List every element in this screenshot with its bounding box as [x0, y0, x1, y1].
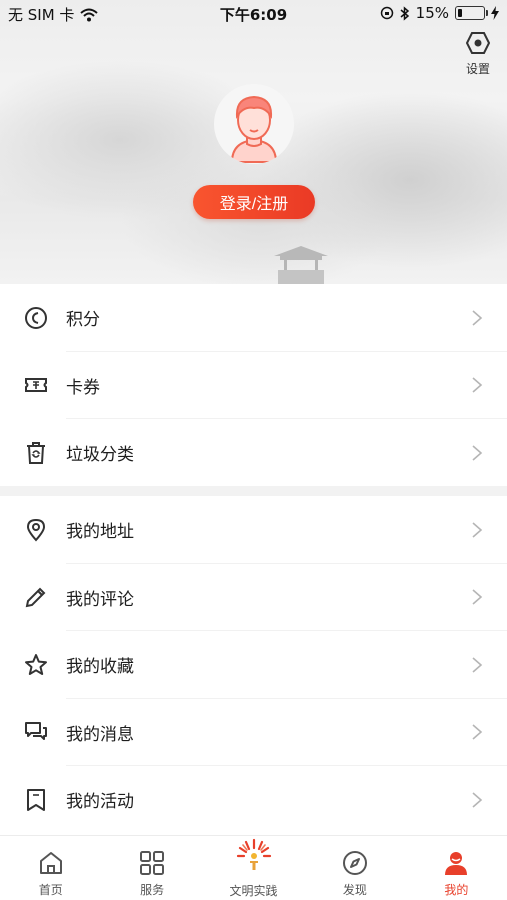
star-icon [24, 653, 48, 677]
tab-services[interactable]: 服务 [101, 836, 202, 900]
menu-item-coupons[interactable]: 卡券 [0, 352, 507, 419]
charging-icon [491, 6, 499, 20]
default-avatar-icon [230, 95, 278, 163]
menu-item-my-address[interactable]: 我的地址 [0, 496, 507, 564]
menu-item-my-favorites[interactable]: 我的收藏 [0, 631, 507, 699]
tab-label: 发现 [342, 883, 367, 897]
compass-icon [341, 849, 369, 877]
pencil-icon [24, 585, 48, 609]
tab-mine[interactable]: 我的 [406, 836, 507, 900]
menu-item-my-messages[interactable]: 我的消息 [0, 699, 507, 766]
menu-item-label: 垃圾分类 [66, 445, 134, 466]
battery-icon [455, 6, 488, 20]
grid-icon [138, 849, 166, 877]
menu-item-label: 我的消息 [66, 724, 134, 745]
menu-item-label: 我的地址 [66, 522, 134, 543]
menu-item-my-activities[interactable]: 我的活动 [0, 766, 507, 834]
tab-civilization-practice[interactable]: 文明实践 [203, 836, 304, 900]
menu-item-points[interactable]: 积分 [0, 284, 507, 352]
gear-icon [465, 32, 491, 54]
tab-label: 文明实践 [229, 884, 278, 898]
chevron-right-icon [472, 310, 483, 326]
bottom-tab-bar: 首页 服务 文明实践 发现 我的 [0, 835, 507, 900]
home-icon [37, 849, 65, 877]
menu-item-my-comments[interactable]: 我的评论 [0, 564, 507, 631]
pavilion-silhouette [274, 246, 328, 284]
avatar[interactable] [214, 84, 294, 164]
section-separator [0, 486, 507, 496]
chevron-right-icon [472, 589, 483, 605]
battery-percent: 15% [415, 4, 449, 22]
tab-label: 我的 [444, 883, 469, 897]
settings-label: 设置 [465, 62, 490, 76]
chevron-right-icon [472, 445, 483, 461]
coin-icon [24, 306, 48, 330]
tab-home[interactable]: 首页 [0, 836, 101, 900]
menu-group-personal: 我的地址 我的评论 我的收藏 我的消息 我的活动 [0, 496, 507, 834]
tab-label: 服务 [140, 883, 165, 897]
chevron-right-icon [472, 522, 483, 538]
trash-icon [24, 441, 48, 465]
menu-item-label: 我的收藏 [66, 657, 134, 678]
chevron-right-icon [472, 724, 483, 740]
menu-item-label: 我的评论 [66, 589, 134, 610]
menu-group-account: 积分 卡券 垃圾分类 [0, 284, 507, 487]
menu-item-label: 积分 [66, 310, 100, 331]
location-icon [24, 518, 48, 542]
bookmark-icon [24, 788, 48, 812]
message-icon [24, 720, 48, 744]
person-icon [442, 849, 470, 877]
menu-item-label: 卡券 [66, 377, 100, 398]
ticket-icon [24, 373, 48, 397]
login-register-button[interactable]: 登录/注册 [193, 185, 315, 219]
bluetooth-icon [400, 5, 409, 21]
tab-discover[interactable]: 发现 [304, 836, 405, 900]
torch-icon [230, 836, 278, 876]
settings-button[interactable]: 设置 [463, 32, 493, 77]
menu-item-garbage-sorting[interactable]: 垃圾分类 [0, 419, 507, 487]
chevron-right-icon [472, 377, 483, 393]
status-bar: 无 SIM 卡 下午6:09 15% [0, 0, 507, 28]
chevron-right-icon [472, 792, 483, 808]
rotation-lock-icon [380, 6, 393, 20]
tab-label: 首页 [38, 883, 63, 897]
menu-item-label: 我的活动 [66, 792, 134, 813]
chevron-right-icon [472, 657, 483, 673]
